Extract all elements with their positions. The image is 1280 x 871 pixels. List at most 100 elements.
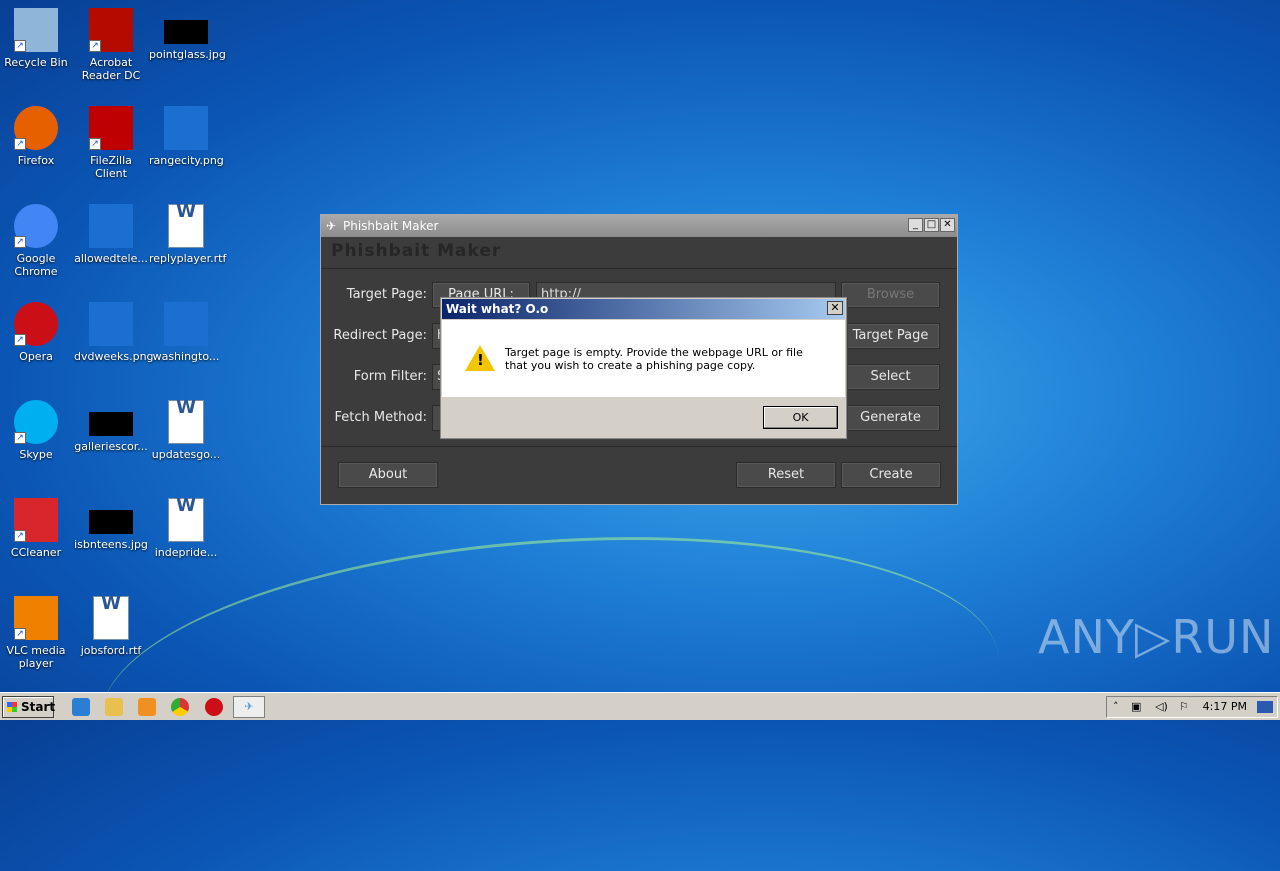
anyrun-watermark: ANY▷RUN xyxy=(1038,610,1275,664)
desktop-icon[interactable]: ↗ Opera xyxy=(0,302,73,363)
desktop-icon-label: indepride... xyxy=(154,546,218,559)
start-button[interactable]: Start xyxy=(2,696,55,718)
fetch-method-label: Fetch Method: xyxy=(334,410,427,425)
window-title: Phishbait Maker xyxy=(343,219,439,233)
image-file-icon xyxy=(89,302,133,346)
desktop-icon-label: Firefox xyxy=(17,154,55,167)
desktop-icon[interactable]: galleriescor... xyxy=(74,400,148,453)
action-center-flag-icon[interactable]: ⚐ xyxy=(1179,697,1189,717)
desktop-icon[interactable]: Windepride... xyxy=(149,497,223,560)
dialog-titlebar[interactable]: Wait what? O.o ✕ xyxy=(442,299,845,319)
form-filter-label: Form Filter: xyxy=(353,369,427,384)
desktop-icon-label: VLC media player xyxy=(6,644,66,670)
reset-button[interactable]: Reset xyxy=(736,462,836,488)
desktop-icon-label: galleriescor... xyxy=(74,440,148,453)
desktop-icon-label: pointglass.jpg xyxy=(149,48,226,61)
create-button[interactable]: Create xyxy=(841,462,941,488)
image-file-icon xyxy=(89,412,133,436)
media-player-icon[interactable] xyxy=(138,698,156,716)
desktop-icon[interactable]: washingto... xyxy=(149,302,223,363)
word-doc-icon: W xyxy=(93,595,129,640)
desktop-icon-label: washingto... xyxy=(152,350,220,363)
desktop-icon-label: isbnteens.jpg xyxy=(74,538,148,551)
file-icon xyxy=(89,204,133,248)
chrome-taskbar-icon[interactable] xyxy=(171,698,189,716)
desktop-icon[interactable]: ↗ VLC media player xyxy=(0,596,73,670)
desktop-icon[interactable]: ↗ FileZilla Client xyxy=(74,106,148,180)
select-button[interactable]: Select xyxy=(841,364,940,390)
image-file-icon xyxy=(164,106,208,150)
filezilla-icon: ↗ xyxy=(89,106,133,150)
about-button[interactable]: About xyxy=(338,462,438,488)
ie-icon[interactable] xyxy=(72,698,90,716)
maximize-button[interactable]: □ xyxy=(924,218,939,232)
image-file-icon xyxy=(164,302,208,346)
desktop-icon-label: Acrobat Reader DC xyxy=(81,56,141,82)
clock[interactable]: 4:17 PM xyxy=(1203,697,1247,717)
shortcut-arrow-icon: ↗ xyxy=(14,334,26,346)
desktop-icon-label: allowedtele... xyxy=(74,252,148,265)
desktop-icon[interactable]: ↗ CCleaner xyxy=(0,498,73,559)
desktop-icon-label: Recycle Bin xyxy=(4,56,68,69)
volume-icon[interactable]: ◁) xyxy=(1155,697,1168,717)
chrome-icon: ↗ xyxy=(14,204,58,248)
desktop-icon-label: dvdweeks.png xyxy=(74,350,154,363)
desktop-icon[interactable]: isbnteens.jpg xyxy=(74,498,148,551)
desktop-icon-label: updatesgo... xyxy=(151,448,221,461)
shortcut-arrow-icon: ↗ xyxy=(89,138,101,150)
desktop-icon-label: Skype xyxy=(19,448,53,461)
recycle-bin-icon: ↗ xyxy=(14,8,58,52)
app-icon: ✈ xyxy=(326,219,337,233)
desktop-icon-label: jobsford.rtf xyxy=(80,644,142,657)
desktop-icon-label: replyplayer.rtf xyxy=(149,252,227,265)
desktop-icon[interactable]: ↗ Google Chrome xyxy=(0,204,73,278)
desktop-icon[interactable]: pointglass.jpg xyxy=(149,8,226,61)
network-icon[interactable]: ▣ xyxy=(1131,697,1141,717)
desktop-icon[interactable]: ↗ Firefox xyxy=(0,106,73,167)
opera-taskbar-icon[interactable] xyxy=(205,698,223,716)
ok-button[interactable]: OK xyxy=(763,406,838,429)
vlc-icon: ↗ xyxy=(14,596,58,640)
desktop-icon[interactable]: rangecity.png xyxy=(149,106,224,167)
desktop-icon-label: Opera xyxy=(19,350,53,363)
desktop-icon[interactable]: dvdweeks.png xyxy=(74,302,154,363)
word-doc-icon: W xyxy=(168,203,204,248)
error-dialog: Wait what? O.o ✕ ! Target page is empty.… xyxy=(440,297,847,439)
shortcut-arrow-icon: ↗ xyxy=(14,40,26,52)
app-header: Phishbait Maker xyxy=(321,237,957,269)
browse-button[interactable]: Browse xyxy=(841,282,940,308)
desktop-icon[interactable]: ↗ Acrobat Reader DC xyxy=(74,8,148,82)
desktop-icon-label: CCleaner xyxy=(10,546,62,559)
phishbait-taskbar-button[interactable]: ✈ xyxy=(233,696,265,718)
desktop-icon[interactable]: Wjobsford.rtf xyxy=(74,595,148,658)
shortcut-arrow-icon: ↗ xyxy=(89,40,101,52)
word-doc-icon: W xyxy=(168,497,204,542)
explorer-icon[interactable] xyxy=(105,698,123,716)
word-doc-icon: W xyxy=(168,399,204,444)
shortcut-arrow-icon: ↗ xyxy=(14,628,26,640)
desktop-icon-label: rangecity.png xyxy=(149,154,224,167)
dialog-title: Wait what? O.o xyxy=(446,302,549,316)
window-titlebar[interactable]: ✈ Phishbait Maker _ □ ✕ xyxy=(321,215,957,237)
firefox-icon: ↗ xyxy=(14,106,58,150)
taskbar: Start ✈ ˄ ▣ ◁) ⚐ 4:17 PM xyxy=(0,692,1280,720)
desktop-icon[interactable]: ↗ Skype xyxy=(0,400,73,461)
shortcut-arrow-icon: ↗ xyxy=(14,530,26,542)
image-file-icon xyxy=(89,510,133,534)
dialog-message: Target page is empty. Provide the webpag… xyxy=(505,346,803,372)
ccleaner-icon: ↗ xyxy=(14,498,58,542)
generate-button[interactable]: Generate xyxy=(841,405,940,431)
desktop-icon[interactable]: Wreplyplayer.rtf xyxy=(149,203,227,266)
minimize-button[interactable]: _ xyxy=(908,218,923,232)
target-page-button[interactable]: Target Page xyxy=(841,323,940,349)
dialog-close-button[interactable]: ✕ xyxy=(827,301,843,315)
desktop-icon[interactable]: Wupdatesgo... xyxy=(149,399,223,462)
skype-icon: ↗ xyxy=(14,400,58,444)
show-hidden-icons[interactable]: ˄ xyxy=(1113,697,1119,717)
close-button[interactable]: ✕ xyxy=(940,218,955,232)
show-desktop-icon[interactable] xyxy=(1257,701,1273,713)
image-file-icon xyxy=(164,20,208,44)
warning-icon: ! xyxy=(465,345,495,371)
desktop-icon[interactable]: allowedtele... xyxy=(74,204,148,265)
desktop-icon[interactable]: ↗ Recycle Bin xyxy=(0,8,73,69)
